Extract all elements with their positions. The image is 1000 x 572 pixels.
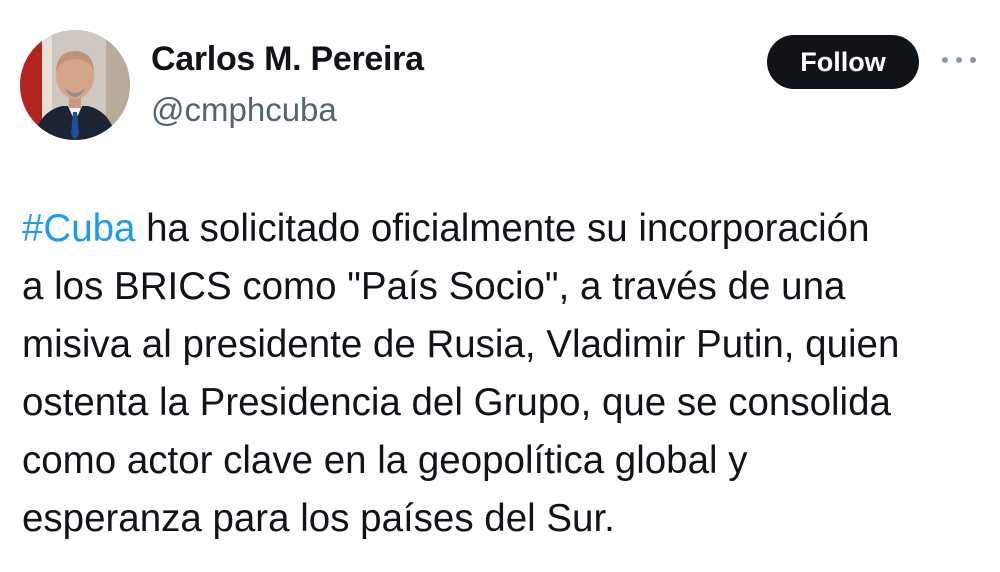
more-dot [970,57,976,63]
follow-button[interactable]: Follow [767,35,919,89]
tweet-line: misiva al presidente de Rusia, Vladimir … [22,323,900,366]
more-dot [942,57,948,63]
tweet-line: esperanza para los países del Sur. [22,497,615,540]
hashtag-link[interactable]: #Cuba [22,207,135,250]
tweet-card: Carlos M. Pereira @cmphcuba Follow #Cuba… [0,0,1000,572]
tweet-text: #Cuba ha solicitado oficialmente su inco… [22,200,982,548]
more-dot [956,57,962,63]
more-horizontal-icon[interactable] [942,50,976,70]
avatar[interactable] [20,30,130,140]
profile-photo [20,30,130,140]
tweet-line: como actor clave en la geopolítica globa… [22,439,748,482]
tweet-line: a los BRICS como "País Socio", a través … [22,265,846,308]
tweet-line: ostenta la Presidencia del Grupo, que se… [22,381,891,424]
tweet-line: #Cuba ha solicitado oficialmente su inco… [22,200,982,258]
author-name[interactable]: Carlos M. Pereira [151,40,424,79]
tweet-line-text: ha solicitado oficialmente su incorporac… [135,207,870,250]
author-handle[interactable]: @cmphcuba [151,91,337,129]
